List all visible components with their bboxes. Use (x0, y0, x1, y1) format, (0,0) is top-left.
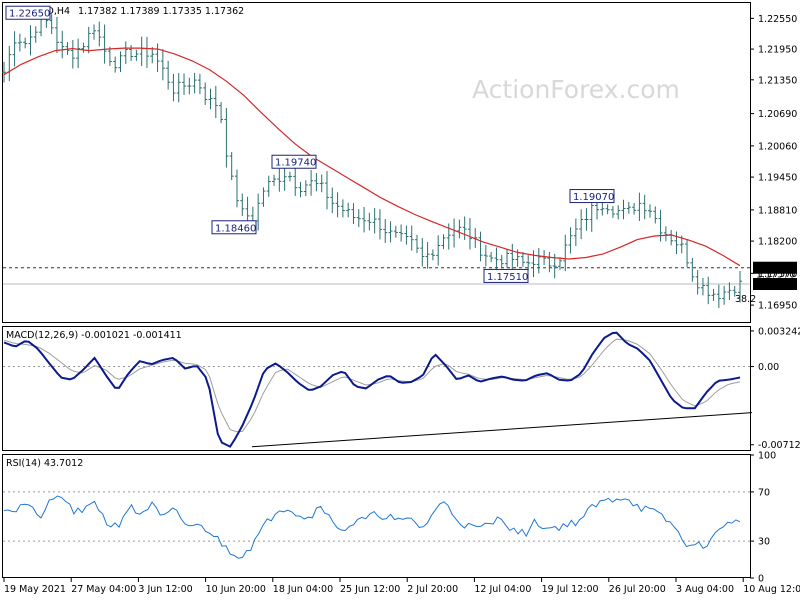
macd-ytick-label: 0.003242 (758, 326, 800, 337)
rsi-panel-frame (2, 454, 751, 578)
rsi-panel: 100 70 30 0 (3, 451, 776, 585)
macd-ytick-label: 0.00 (758, 362, 779, 373)
x-tick-label: 26 Jul 20:00 (609, 584, 666, 595)
price-ytick-label: 1.18200 (758, 237, 797, 248)
x-tick-label: 19 May 2021 (4, 584, 66, 595)
rsi-ytick-label: 30 (758, 537, 770, 548)
macd-trendline (251, 412, 753, 448)
x-tick-label: 12 Jul 04:00 (474, 584, 531, 595)
price-annotation-label: 1.22650 (9, 9, 50, 20)
price-ytick-label: 1.22550 (758, 14, 797, 25)
fib-level-label: 38.2 (735, 294, 756, 305)
chart-root: ActionForex.com EURUSD,H4 1.17382 1.1738… (2, 2, 800, 595)
rsi-title: RSI(14) 43.7012 (6, 458, 83, 469)
price-annotation-label: 1.18460 (215, 223, 256, 234)
current-price-tag-text: 1.17362 (756, 280, 795, 291)
price-ytick-label: 1.19450 (758, 173, 797, 184)
macd-line (3, 331, 741, 448)
x-tick-label: 10 Jun 20:00 (206, 584, 266, 595)
price-ytick-label: 1.21950 (758, 45, 797, 56)
x-tick-label: 3 Jun 12:00 (138, 584, 192, 595)
rsi-line (3, 495, 741, 559)
price-annotation-label: 1.19740 (275, 158, 316, 169)
price-ytick-label: 1.21350 (758, 75, 797, 86)
price-ytick-label: 1.18810 (758, 205, 797, 216)
rsi-ytick-label: 100 (758, 451, 776, 462)
x-tick-label: 19 Jul 12:00 (542, 584, 599, 595)
price-annotation-label: 1.19070 (573, 192, 614, 203)
macd-title: MACD(12,26,9) -0.001021 -0.001411 (6, 330, 182, 341)
price-annotation-label: 1.17510 (487, 272, 528, 283)
price-panel-frame (2, 2, 751, 323)
x-tick-label: 3 Aug 04:00 (676, 584, 734, 595)
rsi-ytick-label: 0 (758, 574, 764, 585)
ohlc-label: 1.17382 1.17389 1.17335 1.17362 (78, 6, 244, 17)
price-ytick-label: 1.16950 (758, 301, 797, 312)
x-tick-label: 27 May 04:00 (71, 584, 136, 595)
x-axis: 19 May 2021 27 May 04:00 3 Jun 12:00 10 Jun… (3, 578, 800, 595)
rsi-ytick-label: 70 (758, 487, 770, 498)
watermark: ActionForex.com (472, 75, 680, 104)
x-tick-label: 18 Jun 04:00 (273, 584, 333, 595)
price-panel: 1.22550 1.21950 1.21350 1.20690 1.20060 1.194… (2, 5, 797, 312)
x-tick-label: 10 Aug 12:00 (743, 584, 800, 595)
x-tick-label: 25 Jun 12:00 (340, 584, 400, 595)
price-ytick-label: 1.20690 (758, 109, 797, 120)
price-ytick-label: 1.20060 (758, 141, 797, 152)
macd-panel: 0.0032420.00-0.00712 (3, 326, 800, 451)
x-tick-label: 2 Jul 20:00 (407, 584, 458, 595)
